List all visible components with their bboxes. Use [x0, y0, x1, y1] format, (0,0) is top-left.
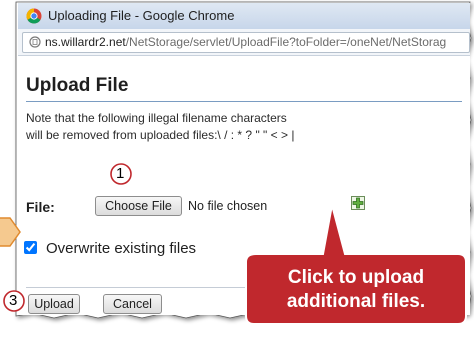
add-file-button[interactable]: [351, 196, 365, 210]
file-status: No file chosen: [188, 199, 268, 213]
page-content: Upload File Note that the following ille…: [18, 56, 470, 315]
page-title: Upload File: [26, 75, 129, 96]
chrome-logo-icon: [26, 8, 42, 24]
overwrite-checkbox[interactable]: [24, 241, 37, 254]
browser-window: Uploading File - Google Chrome ns.willar…: [18, 3, 470, 315]
overwrite-label: Overwrite existing files: [46, 240, 197, 257]
footer-divider: [26, 287, 462, 288]
plus-icon: [352, 197, 364, 209]
title-bar: Uploading File - Google Chrome: [18, 3, 470, 29]
illegal-chars-note-line1: Note that the following illegal filename…: [26, 111, 287, 125]
page-icon: [29, 36, 41, 48]
illegal-chars-note-line2: will be removed from uploaded files:\ / …: [26, 128, 295, 142]
window-title: Uploading File - Google Chrome: [48, 8, 235, 23]
file-label: File:: [26, 199, 55, 215]
address-bar: ns.willardr2.net/NetStorage/servlet/Uplo…: [18, 29, 470, 56]
upload-button[interactable]: Upload: [28, 294, 80, 314]
url-field[interactable]: ns.willardr2.net/NetStorage/servlet/Uplo…: [22, 32, 470, 53]
url-text: ns.willardr2.net/NetStorage/servlet/Uplo…: [45, 35, 446, 49]
cancel-button[interactable]: Cancel: [103, 294, 162, 314]
title-divider: [26, 101, 462, 102]
url-host: ns.willardr2.net: [45, 35, 126, 49]
choose-file-button[interactable]: Choose File: [95, 196, 182, 216]
url-path: /NetStorage/servlet/UploadFile?toFolder=…: [125, 35, 447, 49]
